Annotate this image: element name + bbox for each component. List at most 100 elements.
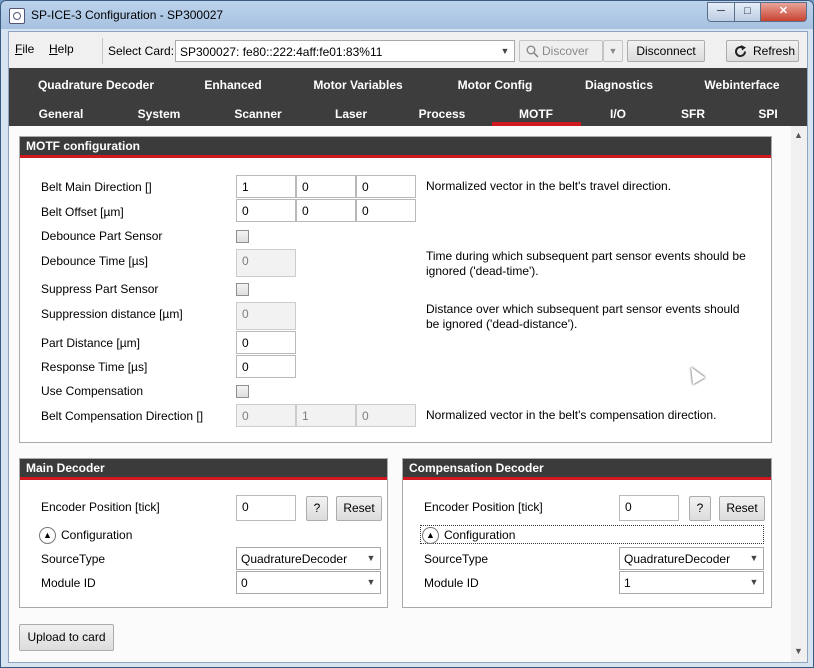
title-bar[interactable]: SP-ICE-3 Configuration - SP300027 ─ □ ✕ <box>1 1 813 29</box>
debounce-part-sensor-checkbox[interactable] <box>236 230 249 243</box>
belt-comp-direction-desc: Normalized vector in the belt's compensa… <box>426 408 717 422</box>
use-compensation-label: Use Compensation <box>41 384 144 398</box>
tab-laser[interactable]: Laser <box>335 107 367 121</box>
maximize-button[interactable]: □ <box>734 2 761 22</box>
menu-toolbar: File Help Select Card: SP300027: fe80::2… <box>9 32 807 68</box>
tab-io[interactable]: I/O <box>610 107 626 121</box>
belt-main-direction-x-value: 1 <box>242 180 249 194</box>
vertical-scrollbar[interactable]: ▲ ▼ <box>791 126 807 662</box>
discover-label: Discover <box>542 44 589 58</box>
debounce-time-desc-line1: Time during which subsequent part sensor… <box>426 249 746 263</box>
belt-comp-direction-z-value: 0 <box>362 409 369 423</box>
main-source-type-select[interactable]: QuadratureDecoder ▼ <box>236 547 381 570</box>
window-title: SP-ICE-3 Configuration - SP300027 <box>31 8 224 22</box>
main-encoder-position-input[interactable]: 0 <box>236 495 296 521</box>
upload-to-card-button[interactable]: Upload to card <box>19 624 114 651</box>
comp-module-id-value: 1 <box>624 576 631 590</box>
app-window: SP-ICE-3 Configuration - SP300027 ─ □ ✕ … <box>0 0 814 668</box>
main-encoder-help-button[interactable]: ? <box>306 496 328 521</box>
tab-scanner[interactable]: Scanner <box>234 107 281 121</box>
menu-file[interactable]: File <box>15 42 34 56</box>
suppression-distance-label: Suppression distance [µm] <box>41 307 183 321</box>
select-card-label: Select Card: <box>108 44 175 58</box>
motf-content: MOTF configuration Belt Main Direction [… <box>9 126 791 662</box>
part-distance-value: 0 <box>242 336 249 350</box>
scroll-down-icon[interactable]: ▼ <box>794 646 803 656</box>
response-time-input[interactable]: 0 <box>236 355 296 378</box>
menu-help[interactable]: Help <box>49 42 74 56</box>
belt-comp-direction-label: Belt Compensation Direction [] <box>41 409 204 423</box>
refresh-button[interactable]: Refresh <box>726 40 799 62</box>
main-encoder-position-value: 0 <box>242 500 249 514</box>
part-distance-label: Part Distance [µm] <box>41 336 140 350</box>
app-icon <box>9 8 25 24</box>
tab-sfr[interactable]: SFR <box>681 107 705 121</box>
belt-comp-direction-y-input[interactable]: 1 <box>296 404 356 427</box>
close-button[interactable]: ✕ <box>760 2 807 22</box>
main-module-id-value: 0 <box>241 576 248 590</box>
belt-offset-x-input[interactable]: 0 <box>236 199 296 222</box>
suppression-distance-desc-line1: Distance over which subsequent part sens… <box>426 302 740 316</box>
comp-encoder-position-label: Encoder Position [tick] <box>424 500 543 514</box>
belt-main-direction-y-input[interactable]: 0 <box>296 175 356 198</box>
tab-webinterface[interactable]: Webinterface <box>704 78 779 92</box>
comp-configuration-expander[interactable]: Configuration <box>444 528 515 542</box>
chevron-up-icon[interactable]: ▲ <box>39 527 56 544</box>
use-compensation-checkbox[interactable] <box>236 385 249 398</box>
chevron-down-icon: ▼ <box>749 553 759 563</box>
belt-comp-direction-y-value: 1 <box>302 409 309 423</box>
belt-main-direction-x-input[interactable]: 1 <box>236 175 296 198</box>
part-distance-input[interactable]: 0 <box>236 331 296 354</box>
belt-comp-direction-x-input[interactable]: 0 <box>236 404 296 427</box>
discover-dropdown-button[interactable]: ▼ <box>603 40 623 62</box>
main-module-id-select[interactable]: 0 ▼ <box>236 571 381 594</box>
main-decoder-header: Main Decoder <box>20 459 387 480</box>
menu-file-rest: ile <box>22 42 35 56</box>
belt-main-direction-label: Belt Main Direction [] <box>41 180 152 194</box>
tab-general[interactable]: General <box>39 107 84 121</box>
chevron-up-icon[interactable]: ▲ <box>422 527 439 544</box>
chevron-down-icon: ▼ <box>608 46 618 56</box>
comp-encoder-reset-button[interactable]: Reset <box>719 496 765 521</box>
tab-motor-config[interactable]: Motor Config <box>458 78 533 92</box>
tab-enhanced[interactable]: Enhanced <box>204 78 261 92</box>
main-module-id-label: Module ID <box>41 576 96 590</box>
belt-offset-z-input[interactable]: 0 <box>356 199 416 222</box>
debounce-part-sensor-label: Debounce Part Sensor <box>41 229 163 243</box>
main-encoder-reset-button[interactable]: Reset <box>336 496 382 521</box>
main-configuration-expander[interactable]: Configuration <box>61 528 132 542</box>
response-time-value: 0 <box>242 360 249 374</box>
debounce-time-value: 0 <box>242 254 249 268</box>
tab-motf[interactable]: MOTF <box>519 107 553 121</box>
discover-button[interactable]: Discover <box>519 40 603 62</box>
suppress-part-sensor-checkbox[interactable] <box>236 283 249 296</box>
comp-source-type-label: SourceType <box>424 552 489 566</box>
card-select[interactable]: SP300027: fe80::222:4aff:fe01:83%11 ▼ <box>175 40 515 62</box>
comp-module-id-select[interactable]: 1 ▼ <box>619 571 764 594</box>
tab-motor-variables[interactable]: Motor Variables <box>313 78 402 92</box>
chevron-down-icon: ▼ <box>749 577 759 587</box>
scroll-up-icon[interactable]: ▲ <box>794 130 803 140</box>
suppression-distance-input[interactable]: 0 <box>236 302 296 330</box>
belt-offset-y-input[interactable]: 0 <box>296 199 356 222</box>
tab-process[interactable]: Process <box>419 107 466 121</box>
debounce-time-desc: Time during which subsequent part sensor… <box>426 249 746 279</box>
comp-encoder-help-button[interactable]: ? <box>689 496 711 521</box>
refresh-icon <box>735 45 747 58</box>
disconnect-button[interactable]: Disconnect <box>627 40 705 62</box>
comp-encoder-position-input[interactable]: 0 <box>619 495 679 521</box>
tab-spi[interactable]: SPI <box>758 107 777 121</box>
tab-system[interactable]: System <box>138 107 181 121</box>
minimize-button[interactable]: ─ <box>707 2 735 22</box>
compensation-decoder-group: Compensation Decoder Encoder Position [t… <box>402 458 772 608</box>
tab-diagnostics[interactable]: Diagnostics <box>585 78 653 92</box>
chevron-down-icon: ▼ <box>366 577 376 587</box>
debounce-time-input[interactable]: 0 <box>236 249 296 277</box>
comp-source-type-select[interactable]: QuadratureDecoder ▼ <box>619 547 764 570</box>
belt-main-direction-z-input[interactable]: 0 <box>356 175 416 198</box>
refresh-label: Refresh <box>753 44 796 58</box>
comp-source-type-value: QuadratureDecoder <box>624 552 731 566</box>
belt-main-direction-z-value: 0 <box>362 180 369 194</box>
tab-quadrature-decoder[interactable]: Quadrature Decoder <box>38 78 154 92</box>
belt-comp-direction-z-input[interactable]: 0 <box>356 404 416 427</box>
